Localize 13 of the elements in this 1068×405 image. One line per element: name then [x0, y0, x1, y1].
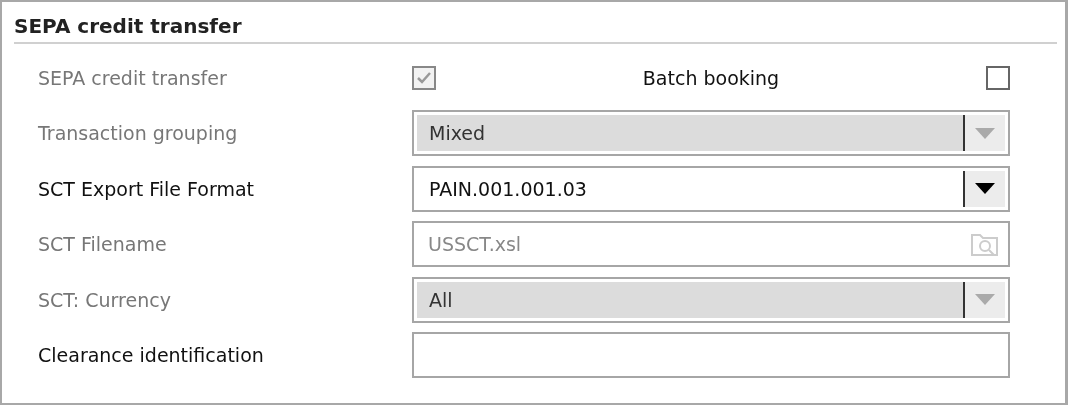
field-label: SEPA credit transfer — [37, 65, 228, 91]
input-field[interactable] — [412, 332, 1010, 379]
field-label: Clearance identification — [37, 343, 265, 368]
caret-icon — [975, 127, 995, 139]
section-title: SEPA credit transfer — [14, 14, 243, 38]
field-label: SCT: Currency — [37, 287, 172, 313]
dropdown[interactable]: PAIN.001.001.03 — [412, 165, 1010, 212]
field-label: SCT Filename — [37, 232, 168, 257]
field-label: Batch booking — [641, 65, 781, 91]
field-label: SCT Export File Format — [37, 176, 255, 202]
caret-icon — [975, 183, 995, 195]
field-label: Transaction grouping — [37, 121, 239, 146]
caret-icon — [975, 294, 995, 306]
